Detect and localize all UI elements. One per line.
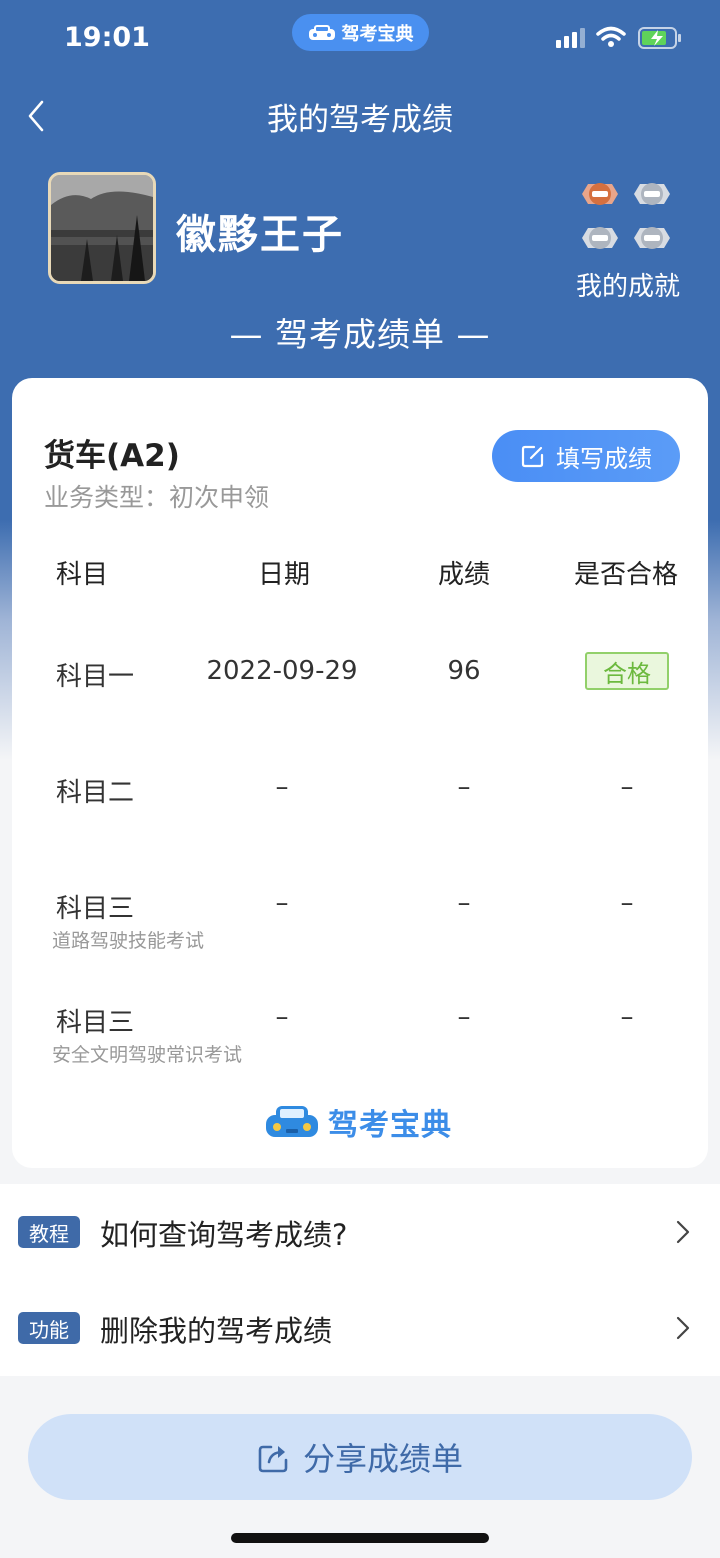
car-logo-icon [308, 24, 335, 40]
brand-name: 驾考宝典 [328, 1108, 452, 1143]
row-date: 2022-09-29 [206, 656, 358, 686]
medal-icon [582, 227, 618, 249]
column-header-pass: 是否合格 [574, 560, 679, 590]
list-item-label: 删除我的驾考成绩 [100, 1314, 333, 1348]
list-item-label: 如何查询驾考成绩? [100, 1218, 348, 1252]
username: 徽黟王子 [176, 212, 344, 258]
row-score: 96 [447, 656, 481, 686]
row-subject-subtitle: 道路驾驶技能考试 [52, 930, 205, 952]
achievement-medals[interactable] [578, 176, 682, 260]
row-subject-subtitle: 安全文明驾驶常识考试 [52, 1044, 243, 1066]
row-pass: – [620, 772, 634, 802]
share-icon [258, 1445, 288, 1473]
help-link-list: 教程 如何查询驾考成绩? 功能 删除我的驾考成绩 [0, 1184, 720, 1376]
row-pass: – [620, 1002, 634, 1032]
edit-icon [521, 445, 544, 468]
score-sheet-title: — 驾考成绩单 — [229, 315, 491, 354]
chevron-right-icon [676, 1220, 690, 1244]
medal-icon [582, 183, 618, 205]
row-score: – [457, 1002, 471, 1032]
home-indicator[interactable] [231, 1533, 489, 1543]
tag-badge: 功能 [18, 1312, 80, 1344]
fill-score-button[interactable]: 填写成绩 [492, 430, 680, 482]
row-subject: 科目二 [56, 778, 135, 808]
vehicle-type: 货车(A2) [44, 438, 180, 474]
car-logo-icon [266, 1106, 318, 1137]
row-subject: 科目三 [56, 1008, 135, 1038]
chevron-right-icon [676, 1316, 690, 1340]
signal-icon [556, 28, 585, 48]
list-item[interactable]: 功能 删除我的驾考成绩 [0, 1280, 720, 1376]
fill-score-label: 填写成绩 [556, 444, 652, 473]
status-bar: 19:01 驾考宝典 [0, 0, 720, 78]
row-date: – [275, 888, 289, 918]
score-card: 货车(A2) 业务类型：初次申领 填写成绩 科目 日期 成绩 是否合格 科目一 … [12, 378, 708, 1168]
row-pass: – [620, 888, 634, 918]
achievements-link[interactable]: 我的成就 [560, 266, 696, 303]
brand-logo: 驾考宝典 [264, 1100, 452, 1144]
status-time: 19:01 [64, 22, 150, 53]
app-indicator-label: 驾考宝典 [341, 23, 414, 45]
medal-icon [634, 227, 670, 249]
app-indicator-pill[interactable]: 驾考宝典 [292, 14, 429, 51]
share-button[interactable]: 分享成绩单 [28, 1414, 692, 1500]
list-item[interactable]: 教程 如何查询驾考成绩? [0, 1184, 720, 1280]
wifi-icon [596, 26, 626, 47]
row-score: – [457, 772, 471, 802]
share-button-label: 分享成绩单 [302, 1440, 463, 1478]
row-score: – [457, 888, 471, 918]
column-header-date: 日期 [258, 560, 311, 590]
tag-badge: 教程 [18, 1216, 80, 1248]
column-header-subject: 科目 [56, 560, 109, 590]
page-title: 我的驾考成绩 [267, 102, 453, 138]
business-type: 业务类型：初次申领 [44, 483, 270, 512]
avatar-landscape-image [51, 175, 153, 281]
column-header-score: 成绩 [438, 560, 491, 590]
row-date: – [275, 772, 289, 802]
row-subject: 科目一 [56, 662, 135, 692]
row-subject: 科目三 [56, 894, 135, 924]
avatar[interactable] [48, 172, 156, 284]
battery-icon [638, 27, 681, 49]
pass-badge: 合格 [585, 652, 669, 690]
medal-icon [634, 183, 670, 205]
row-date: – [275, 1002, 289, 1032]
